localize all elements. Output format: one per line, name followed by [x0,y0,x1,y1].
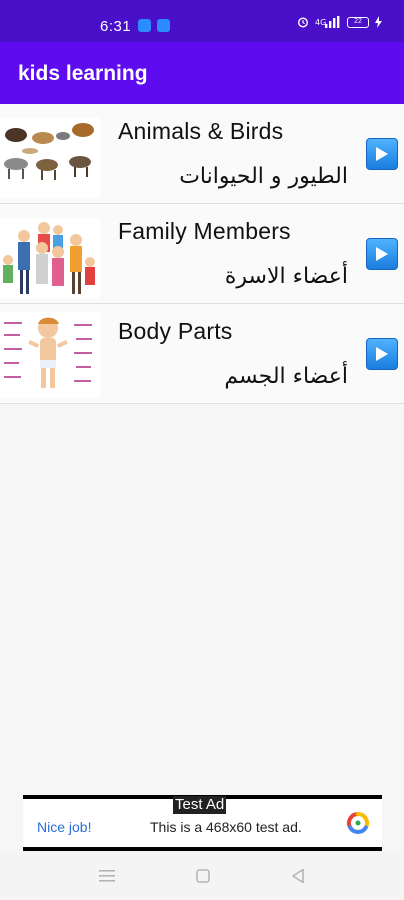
family-thumbnail [0,218,100,298]
system-nav-bar [0,852,404,900]
category-list: Animals & Birds الطيور و الحيوانات Famil… [0,104,404,404]
status-bar: 6:31 4G 22 [0,0,404,42]
bluetooth-notification-icon [157,19,170,32]
body-parts-thumbnail [0,312,100,398]
item-title-arabic: أعضاء الاسرة [224,264,348,289]
play-icon [376,147,388,161]
charging-icon [375,16,382,28]
play-button[interactable] [366,338,398,370]
battery-icon: 22 [347,16,369,28]
item-title-english: Body Parts [118,318,233,344]
notification-icons [138,19,170,32]
ad-banner[interactable]: Test Ad Nice job! This is a 468x60 test … [23,795,382,851]
ad-logo-icon [347,812,369,834]
back-icon[interactable] [291,868,305,884]
item-title-arabic: أعضاء الجسم [224,364,348,389]
ad-nice-job-text: Nice job! [37,819,92,835]
play-icon [376,347,388,361]
animals-thumbnail [0,118,100,198]
signal-icon: 4G [315,16,340,28]
item-title-english: Family Members [118,218,291,244]
status-time: 6:31 [100,18,132,35]
status-icons: 4G 22 [297,16,382,28]
ad-description: This is a 468x60 test ad. [150,819,302,835]
item-title-arabic: الطيور و الحيوانات [179,164,348,189]
android-notification-icon [138,19,151,32]
play-button[interactable] [366,238,398,270]
play-button[interactable] [366,138,398,170]
list-item-body-parts[interactable]: Body Parts أعضاء الجسم [0,304,404,404]
app-bar: kids learning [0,42,404,104]
list-item-animals-birds[interactable]: Animals & Birds الطيور و الحيوانات [0,104,404,204]
app-title: kids learning [18,62,148,85]
recents-menu-icon[interactable] [99,869,115,883]
list-item-family-members[interactable]: Family Members أعضاء الاسرة [0,204,404,304]
svg-text:4G: 4G [315,18,326,27]
test-ad-label: Test Ad [173,796,227,814]
alarm-icon [297,17,309,28]
item-title-english: Animals & Birds [118,118,284,144]
home-icon[interactable] [196,869,210,883]
play-icon [376,247,388,261]
